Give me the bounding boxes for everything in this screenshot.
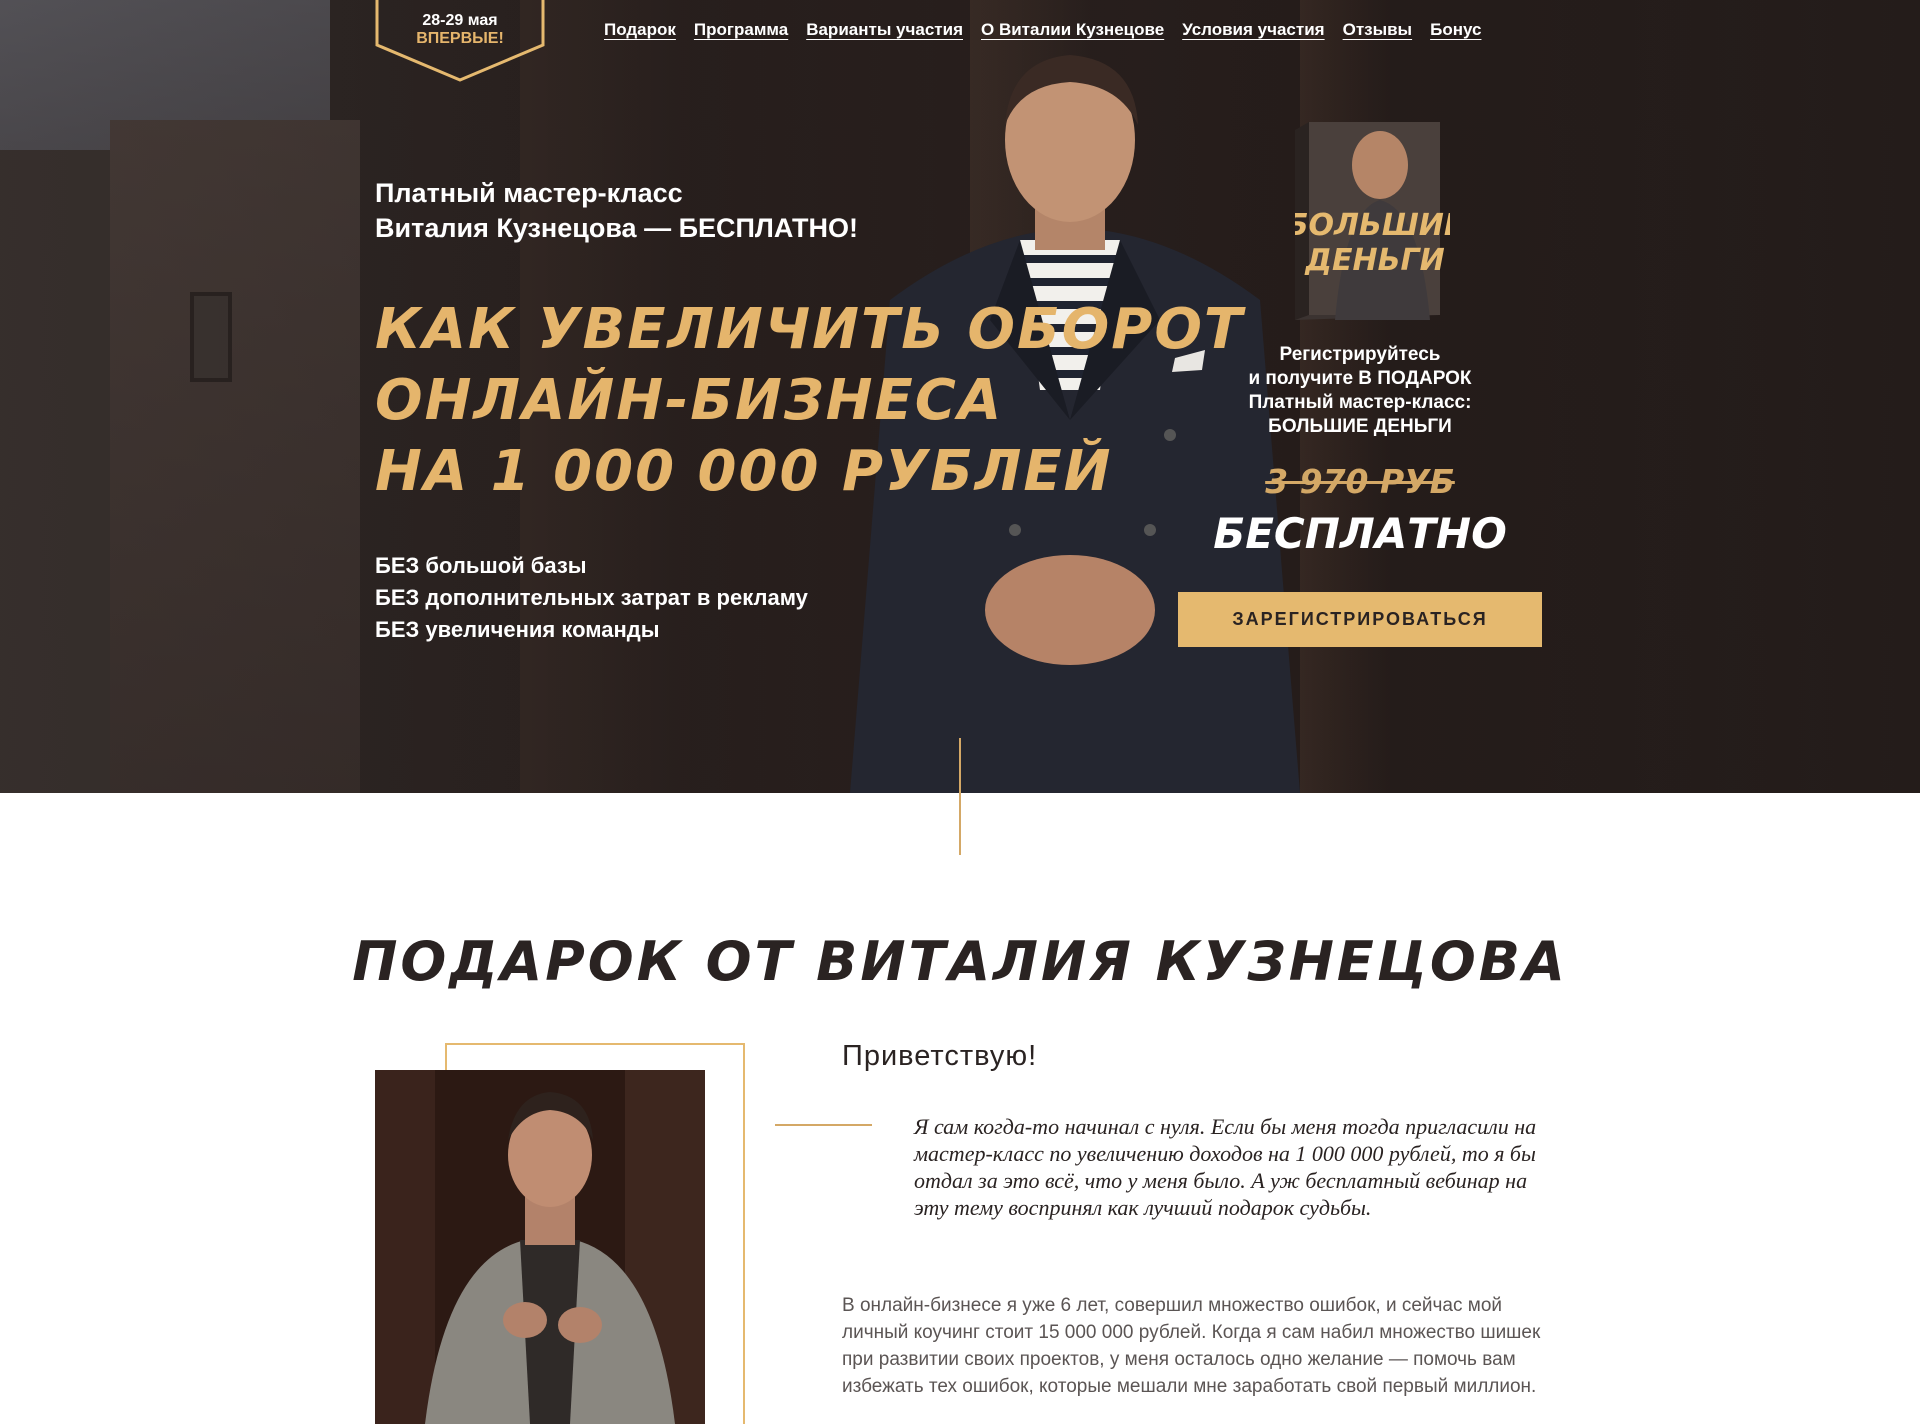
register-button[interactable]: ЗАРЕГИСТРИРОВАТЬСЯ	[1178, 592, 1542, 647]
nav-item-about[interactable]: О Виталии Кузнецове	[981, 20, 1164, 40]
product-box-image: БОЛЬШИЕ ДЕНЬГИ	[1295, 122, 1450, 320]
free-label: БЕСПЛАТНО	[1213, 509, 1507, 558]
subhead-line: Виталия Кузнецова — БЕСПЛАТНО!	[375, 213, 858, 243]
section-divider	[959, 738, 961, 855]
gift-line: и получите В ПОДАРОК	[1248, 368, 1472, 389]
section-title: ПОДАРОК ОТ ВИТАЛИЯ КУЗНЕЦОВА	[352, 930, 1568, 993]
nav-item-options[interactable]: Варианты участия	[806, 20, 963, 40]
nav-item-program[interactable]: Программа	[694, 20, 788, 40]
headline-line: ОНЛАЙН-БИЗНЕСА	[375, 368, 1004, 433]
decorative-line	[775, 1124, 872, 1126]
bullet-item: БЕЗ дополнительных затрат в рекламу	[375, 585, 808, 610]
gift-line: БОЛЬШИЕ ДЕНЬГИ	[1268, 416, 1452, 437]
nav-item-bonus[interactable]: Бонус	[1430, 20, 1481, 40]
hero-bullets: БЕЗ большой базы БЕЗ дополнительных затр…	[375, 550, 808, 646]
hero-subheading: Платный мастер-класс Виталия Кузнецова —…	[375, 176, 858, 246]
hero-headline: КАК УВЕЛИЧИТЬ ОБОРОТ ОНЛАЙН-БИЗНЕСА НА 1…	[375, 294, 1244, 507]
author-quote: Я сам когда-то начинал с нуля. Если бы м…	[914, 1114, 1537, 1220]
gift-description: Регистрируйтесь и получите В ПОДАРОК Пла…	[1185, 343, 1535, 439]
author-photo	[375, 1070, 705, 1424]
badge-label: ВПЕРВЫЕ!	[416, 30, 504, 47]
nav-item-reviews[interactable]: Отзывы	[1343, 20, 1413, 40]
greeting: Приветствую!	[842, 1040, 1038, 1072]
hero-section: 28-29 мая ВПЕРВЫЕ! Подарок Программа Вар…	[0, 0, 1920, 793]
nav-item-conditions[interactable]: Условия участия	[1182, 20, 1324, 40]
nav-item-gift[interactable]: Подарок	[604, 20, 676, 40]
headline-line: НА 1 000 000 РУБЛЕЙ	[375, 439, 1113, 504]
bullet-item: БЕЗ увеличения команды	[375, 617, 660, 642]
badge-date: 28-29 мая	[422, 12, 498, 29]
box-title-line2: ДЕНЬГИ	[1304, 243, 1444, 278]
box-title-line1: БОЛЬШИЕ	[1295, 208, 1450, 243]
date-badge: 28-29 мая ВПЕРВЫЕ!	[375, 0, 545, 82]
bullet-item: БЕЗ большой базы	[375, 553, 587, 578]
old-price: 3 970 РУБ	[1265, 462, 1455, 501]
gift-line: Регистрируйтесь	[1279, 344, 1441, 365]
subhead-line: Платный мастер-класс	[375, 178, 683, 208]
author-paragraph: В онлайн-бизнесе я уже 6 лет, совершил м…	[842, 1295, 1541, 1397]
top-navigation: Подарок Программа Варианты участия О Вит…	[604, 20, 1499, 40]
gift-line: Платный мастер-класс:	[1248, 392, 1472, 413]
headline-line: КАК УВЕЛИЧИТЬ ОБОРОТ	[375, 297, 1245, 362]
